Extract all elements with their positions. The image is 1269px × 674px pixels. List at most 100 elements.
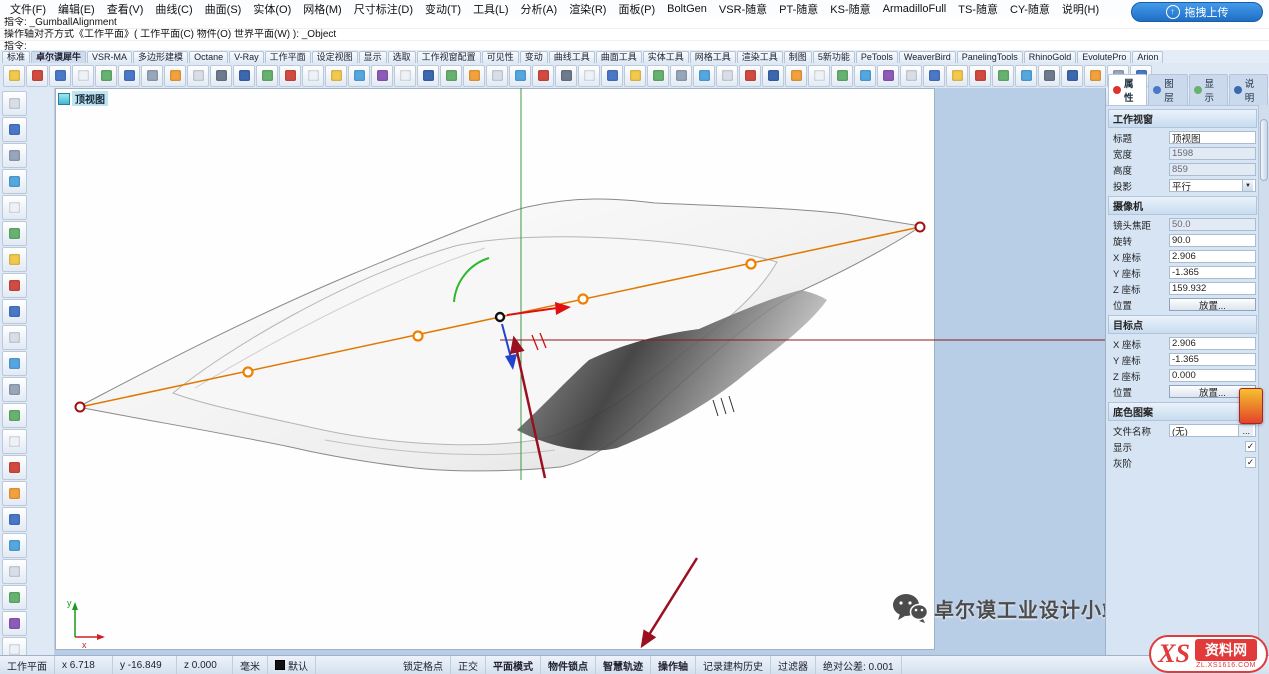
toolbar-tab[interactable]: VSR-MA: [87, 51, 132, 63]
units-label[interactable]: 毫米: [233, 656, 268, 674]
status-toggle[interactable]: 操作轴: [651, 656, 696, 674]
toolbar-icon[interactable]: [578, 65, 600, 87]
command-line[interactable]: 操作轴对齐方式《工作平面》( 工作平面(C) 物件(O) 世界平面(W) ): …: [0, 29, 1269, 41]
toolbar-icon[interactable]: [923, 65, 945, 87]
toolbar-icon[interactable]: [762, 65, 784, 87]
toolbar-icon[interactable]: [49, 65, 71, 87]
panel-tab[interactable]: 属性: [1108, 74, 1147, 105]
status-toggle[interactable]: 锁定格点: [396, 656, 451, 674]
toolbar-icon[interactable]: [3, 65, 25, 87]
status-toggle[interactable]: 智慧轨迹: [596, 656, 651, 674]
left-toolbar-icon[interactable]: [2, 299, 27, 324]
toolbar-icon[interactable]: [417, 65, 439, 87]
toolbar-icon[interactable]: [877, 65, 899, 87]
toolbar-icon[interactable]: [1038, 65, 1060, 87]
toolbar-icon[interactable]: [371, 65, 393, 87]
toolbar-icon[interactable]: [808, 65, 830, 87]
menu-item[interactable]: 查看(V): [101, 1, 150, 17]
left-toolbar-icon[interactable]: [2, 403, 27, 428]
viewport-canvas[interactable]: 顶视图: [55, 88, 935, 650]
left-toolbar-icon[interactable]: [2, 585, 27, 610]
toolbar-icon[interactable]: [95, 65, 117, 87]
toolbar-tab[interactable]: 渲染工具: [737, 51, 783, 63]
menu-item[interactable]: VSR-随意: [713, 1, 773, 17]
property-value[interactable]: 159.932: [1169, 282, 1256, 295]
toolbar-icon[interactable]: [900, 65, 922, 87]
toolbar-tab[interactable]: 变动: [520, 51, 548, 63]
toolbar-tab[interactable]: RhinoGold: [1024, 51, 1077, 63]
toolbar-icon[interactable]: [302, 65, 324, 87]
toolbar-icon[interactable]: [739, 65, 761, 87]
menu-item[interactable]: CY-随意: [1004, 1, 1056, 17]
toolbar-icon[interactable]: [256, 65, 278, 87]
menu-item[interactable]: 说明(H): [1056, 1, 1105, 17]
toolbar-icon[interactable]: [716, 65, 738, 87]
panel-scrollbar[interactable]: [1258, 105, 1269, 656]
toolbar-tab[interactable]: EvolutePro: [1077, 51, 1131, 63]
property-value[interactable]: 0.000: [1169, 369, 1256, 382]
property-value[interactable]: -1.365: [1169, 353, 1256, 366]
left-toolbar-icon[interactable]: [2, 247, 27, 272]
toolbar-tab[interactable]: V-Ray: [229, 51, 264, 63]
left-toolbar-icon[interactable]: [2, 143, 27, 168]
menu-item[interactable]: 渲染(R): [563, 1, 612, 17]
section-header[interactable]: 目标点: [1108, 315, 1257, 334]
property-value[interactable]: 1598: [1169, 147, 1256, 160]
panel-tab[interactable]: 图层: [1148, 74, 1187, 105]
toolbar-icon[interactable]: [141, 65, 163, 87]
toolbar-tab[interactable]: PeTools: [856, 51, 898, 63]
menu-item[interactable]: 曲线(C): [149, 1, 198, 17]
toolbar-icon[interactable]: [210, 65, 232, 87]
menu-item[interactable]: 曲面(S): [199, 1, 248, 17]
property-value[interactable]: 2.906: [1169, 250, 1256, 263]
toolbar-icon[interactable]: [946, 65, 968, 87]
left-toolbar-icon[interactable]: [2, 273, 27, 298]
status-toggle[interactable]: 正交: [451, 656, 486, 674]
toolbar-tab[interactable]: 工作视窗配置: [417, 51, 481, 63]
toolbar-tab[interactable]: 实体工具: [643, 51, 689, 63]
left-toolbar-icon[interactable]: [2, 455, 27, 480]
menu-item[interactable]: 分析(A): [515, 1, 564, 17]
toolbar-icon[interactable]: [72, 65, 94, 87]
toolbar-icon[interactable]: [785, 65, 807, 87]
left-toolbar-icon[interactable]: [2, 195, 27, 220]
active-layer[interactable]: 默认: [268, 656, 316, 674]
property-value[interactable]: 平行 ▼: [1169, 179, 1256, 192]
toolbar-icon[interactable]: [693, 65, 715, 87]
cplane-menu[interactable]: 工作平面: [0, 656, 55, 674]
left-toolbar-icon[interactable]: [2, 351, 27, 376]
toolbar-tab[interactable]: 可见性: [482, 51, 519, 63]
toolbar-icon[interactable]: [555, 65, 577, 87]
menu-item[interactable]: 变动(T): [419, 1, 467, 17]
toolbar-tab[interactable]: 标准: [2, 51, 30, 63]
toolbar-icon[interactable]: [164, 65, 186, 87]
panel-tab[interactable]: 显示: [1189, 74, 1228, 105]
toolbar-icon[interactable]: [463, 65, 485, 87]
toolbar-tab[interactable]: 曲线工具: [549, 51, 595, 63]
left-toolbar-icon[interactable]: [2, 91, 27, 116]
left-toolbar-icon[interactable]: [2, 169, 27, 194]
toolbar-icon[interactable]: [394, 65, 416, 87]
toolbar-tab[interactable]: 网格工具: [690, 51, 736, 63]
toolbar-icon[interactable]: [118, 65, 140, 87]
floating-palette-icon[interactable]: [1239, 388, 1263, 424]
toolbar-icon[interactable]: [279, 65, 301, 87]
left-toolbar-icon[interactable]: [2, 533, 27, 558]
status-toggle[interactable]: 物件锁点: [541, 656, 596, 674]
toolbar-icon[interactable]: [969, 65, 991, 87]
toolbar-tab[interactable]: 设定视图: [312, 51, 358, 63]
menu-item[interactable]: BoltGen: [661, 3, 713, 15]
left-toolbar-icon[interactable]: [2, 559, 27, 584]
toolbar-icon[interactable]: [1015, 65, 1037, 87]
toolbar-tab[interactable]: PanelingTools: [957, 51, 1023, 63]
toolbar-icon[interactable]: [26, 65, 48, 87]
toolbar-icon[interactable]: [992, 65, 1014, 87]
toolbar-icon[interactable]: [1084, 65, 1106, 87]
left-toolbar-icon[interactable]: [2, 377, 27, 402]
toolbar-icon[interactable]: [831, 65, 853, 87]
panel-tab[interactable]: 说明: [1229, 74, 1268, 105]
menu-item[interactable]: TS-随意: [952, 1, 1004, 17]
property-value[interactable]: -1.365: [1169, 266, 1256, 279]
menu-item[interactable]: 实体(O): [247, 1, 297, 17]
menu-item[interactable]: 网格(M): [297, 1, 348, 17]
